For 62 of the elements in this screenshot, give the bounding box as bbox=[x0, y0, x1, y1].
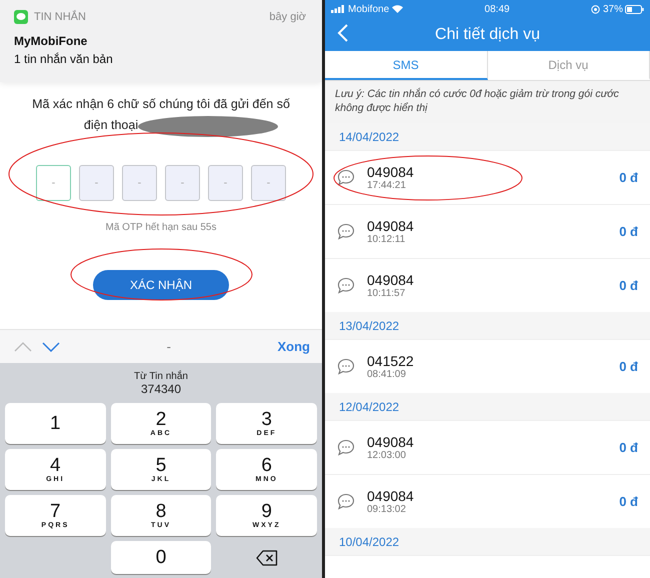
sender-number: 049084 bbox=[367, 434, 415, 450]
backspace-icon bbox=[256, 550, 278, 566]
wifi-icon bbox=[392, 5, 404, 13]
instruction-text: Mã xác nhận 6 chữ số chúng tôi đã gửi đến số bbox=[32, 96, 290, 112]
sender-number: 041522 bbox=[367, 353, 415, 369]
notification-card[interactable]: TIN NHẮN bây giờ MyMobiFone 1 tin nhắn văn bản bbox=[0, 0, 322, 82]
chat-bubble-icon bbox=[337, 358, 355, 375]
otp-suggestion[interactable]: Từ Tin nhắn 374340 bbox=[128, 363, 194, 403]
date-header: 12/04/2022 bbox=[339, 400, 400, 414]
confirm-button[interactable]: XÁC NHẬN bbox=[93, 270, 229, 300]
otp-digit-field[interactable]: - bbox=[208, 165, 243, 201]
toolbar-dash: - bbox=[166, 339, 171, 354]
battery-icon bbox=[625, 4, 644, 14]
done-button[interactable]: Xong bbox=[278, 339, 310, 354]
page-title: Chi tiết dịch vụ bbox=[435, 26, 540, 44]
otp-digit-field[interactable]: - bbox=[251, 165, 286, 201]
sender-number: 049084 bbox=[367, 164, 415, 180]
otp-expiry-text: Mã OTP hết hạn sau 55s bbox=[104, 222, 218, 233]
sms-time: 10:11:57 bbox=[367, 288, 406, 299]
sms-cost: 0 đ bbox=[619, 278, 638, 293]
keypad-key[interactable]: 1 bbox=[5, 403, 106, 444]
signal-icon bbox=[331, 5, 345, 13]
otp-digit-field[interactable]: - bbox=[36, 165, 71, 201]
notification-sender: MyMobiFone bbox=[14, 34, 88, 48]
sms-cost: 0 đ bbox=[619, 359, 638, 374]
sms-cost: 0 đ bbox=[619, 224, 638, 239]
sms-cost: 0 đ bbox=[619, 494, 638, 509]
sms-time: 09:13:02 bbox=[367, 504, 407, 515]
notification-time: bây giờ bbox=[269, 11, 306, 23]
chat-bubble-icon bbox=[337, 439, 355, 456]
sms-cost: 0 đ bbox=[619, 440, 638, 455]
date-header: 13/04/2022 bbox=[339, 318, 400, 332]
tab[interactable]: SMS bbox=[325, 51, 488, 80]
chat-bubble-icon bbox=[337, 169, 355, 186]
date-header: 10/04/2022 bbox=[339, 534, 400, 548]
notification-app-name: TIN NHẮN bbox=[34, 11, 87, 23]
otp-digit-field[interactable]: - bbox=[79, 165, 114, 201]
sender-number: 049084 bbox=[367, 218, 415, 234]
status-time: 08:49 bbox=[484, 4, 510, 14]
note-text: Lưu ý: Các tin nhắn có cước 0đ hoặc giảm trừ trong gói cước không được hiển thị bbox=[325, 81, 650, 123]
sender-number: 049084 bbox=[367, 272, 415, 288]
sms-time: 10:12:11 bbox=[367, 234, 406, 245]
phone-label: điện thoại bbox=[84, 116, 138, 132]
chat-bubble-icon bbox=[14, 10, 28, 24]
sender-number: 049084 bbox=[367, 488, 415, 504]
chevron-left-icon bbox=[337, 24, 349, 42]
keypad-key[interactable]: 0 bbox=[110, 541, 212, 574]
battery-percent: 37% bbox=[602, 4, 623, 14]
carrier-name: Mobifone bbox=[348, 4, 390, 14]
otp-digit-field[interactable]: - bbox=[122, 165, 157, 201]
sms-cost: 0 đ bbox=[619, 170, 638, 185]
chevron-down-icon[interactable] bbox=[42, 342, 60, 352]
chat-bubble-icon bbox=[337, 223, 355, 240]
sms-time: 17:44:21 bbox=[367, 180, 407, 191]
notification-body: 1 tin nhắn văn bản bbox=[14, 52, 114, 66]
sms-time: 12:03:00 bbox=[367, 450, 407, 461]
date-header: 14/04/2022 bbox=[339, 130, 400, 144]
otp-digit-field[interactable]: - bbox=[165, 165, 200, 201]
sms-time: 08:41:09 bbox=[367, 369, 407, 380]
chat-bubble-icon bbox=[337, 493, 355, 510]
chat-bubble-icon bbox=[337, 277, 355, 294]
lock-rotation-icon bbox=[590, 4, 600, 14]
